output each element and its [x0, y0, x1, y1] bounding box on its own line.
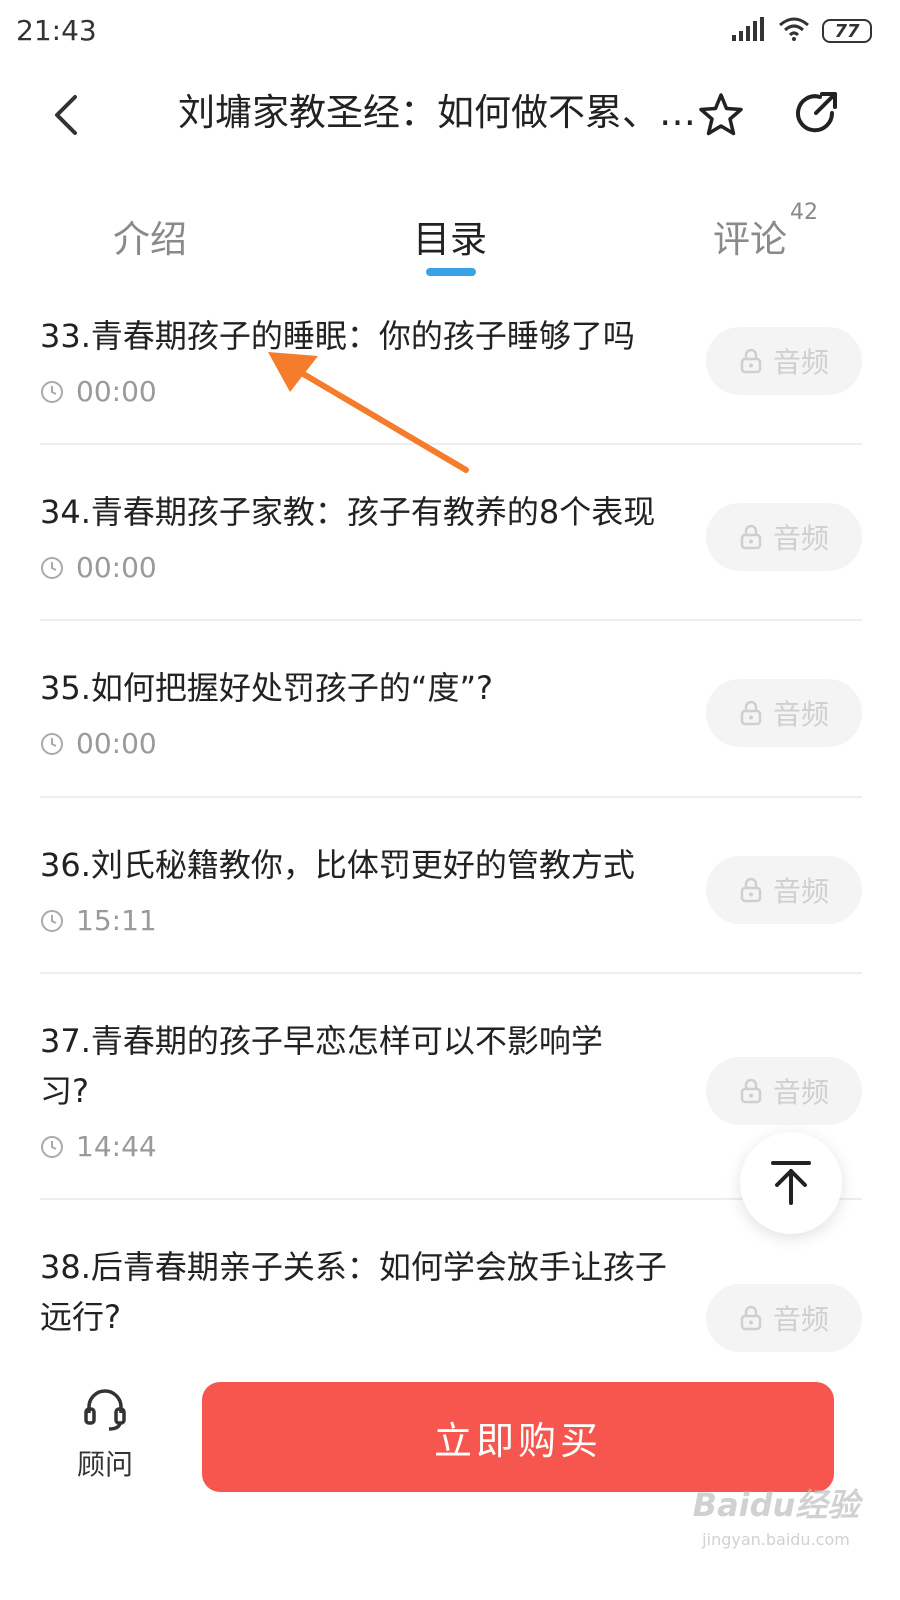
- lock-icon: [740, 524, 762, 550]
- buy-now-button[interactable]: 立即购买: [202, 1382, 834, 1492]
- list-item[interactable]: 37.青春期的孩子早恋怎样可以不影响学习? 14:44 音频: [40, 974, 862, 1200]
- tab-intro[interactable]: 介绍: [90, 210, 210, 270]
- audio-button[interactable]: 音频: [706, 503, 862, 571]
- active-tab-indicator: [426, 268, 476, 276]
- back-arrow-icon: [55, 95, 77, 135]
- watermark-logo: Baidu经验: [692, 1486, 860, 1524]
- list-item[interactable]: 36.刘氏秘籍教你，比体罚更好的管教方式 15:11 音频: [40, 798, 862, 974]
- lock-icon: [740, 348, 762, 374]
- battery-icon: 77: [822, 19, 872, 43]
- clock-icon: [41, 732, 63, 755]
- item-title: 37.青春期的孩子早恋怎样可以不影响学习?: [40, 1022, 603, 1110]
- audio-label: 音频: [772, 522, 829, 555]
- duration-text: 00:00: [76, 375, 157, 408]
- audio-button[interactable]: 音频: [706, 679, 862, 747]
- lock-icon: [740, 700, 762, 726]
- headset-icon: [84, 1389, 126, 1431]
- share-button[interactable]: [788, 84, 846, 144]
- item-duration: 00:00: [40, 375, 157, 408]
- item-title: 36.刘氏秘籍教你，比体罚更好的管教方式: [40, 846, 635, 884]
- share-icon: [796, 92, 837, 133]
- lock-icon: [740, 1305, 762, 1331]
- tab-bar: 介绍 目录 评论 42: [0, 190, 900, 285]
- status-bar: 21:43 77: [0, 0, 900, 62]
- clock-icon: [41, 380, 63, 403]
- lock-icon: [740, 1078, 762, 1104]
- favorite-button[interactable]: [692, 86, 750, 144]
- status-time: 21:43: [16, 14, 97, 47]
- item-title: 35.如何把握好处罚孩子的“度”?: [40, 669, 494, 707]
- audio-button[interactable]: 音频: [706, 1284, 862, 1352]
- audio-label: 音频: [772, 698, 829, 731]
- back-button[interactable]: [40, 86, 92, 144]
- lock-icon: [740, 877, 762, 903]
- item-title: 38.后青春期亲子关系：如何学会放手让孩子远行?: [40, 1248, 667, 1336]
- item-duration: 00:00: [40, 727, 157, 760]
- audio-label: 音频: [772, 875, 829, 908]
- item-duration: 00:00: [40, 551, 157, 584]
- list-item[interactable]: 38.后青春期亲子关系：如何学会放手让孩子远行? 音频: [40, 1200, 862, 1370]
- wifi-icon: [778, 17, 810, 45]
- list-item[interactable]: 33.青春期孩子的睡眠：你的孩子睡够了吗 00:00 音频: [40, 295, 862, 445]
- duration-text: 14:44: [76, 1130, 157, 1163]
- item-duration: 15:11: [40, 904, 157, 937]
- clock-icon: [41, 556, 63, 579]
- watermark-url: jingyan.baidu.com: [702, 1530, 850, 1549]
- item-duration: 14:44: [40, 1130, 157, 1163]
- advisor-label: 顾问: [76, 1448, 133, 1481]
- item-title: 34.青春期孩子家教：孩子有教养的8个表现: [40, 493, 656, 531]
- signal-icon: [732, 17, 766, 45]
- audio-label: 音频: [772, 1303, 829, 1336]
- duration-text: 00:00: [76, 727, 157, 760]
- clock-icon: [41, 909, 63, 932]
- audio-button[interactable]: 音频: [706, 1057, 862, 1125]
- audio-button[interactable]: 音频: [706, 856, 862, 924]
- header: 刘墉家教圣经：如何做不累、…: [0, 70, 900, 160]
- advisor-button[interactable]: 顾问: [60, 1385, 150, 1485]
- audio-label: 音频: [772, 346, 829, 379]
- watermark: Baidu经验 jingyan.baidu.com: [676, 1480, 876, 1560]
- duration-text: 15:11: [76, 904, 157, 937]
- duration-text: 00:00: [76, 551, 157, 584]
- clock-icon: [41, 1135, 63, 1158]
- page-title: 刘墉家教圣经：如何做不累、…: [178, 91, 696, 134]
- list-item[interactable]: 35.如何把握好处罚孩子的“度”? 00:00 音频: [40, 621, 862, 798]
- audio-button[interactable]: 音频: [706, 327, 862, 395]
- scroll-to-top-button[interactable]: [740, 1132, 842, 1234]
- item-title: 33.青春期孩子的睡眠：你的孩子睡够了吗: [40, 317, 635, 355]
- tab-catalog[interactable]: 目录: [390, 210, 510, 270]
- status-icons: 77: [732, 16, 872, 46]
- list-item[interactable]: 34.青春期孩子家教：孩子有教养的8个表现 00:00 音频: [40, 445, 862, 621]
- comment-count-badge: 42: [790, 200, 818, 225]
- arrow-up-icon: [771, 1161, 811, 1205]
- audio-label: 音频: [772, 1076, 829, 1109]
- star-icon: [699, 93, 743, 136]
